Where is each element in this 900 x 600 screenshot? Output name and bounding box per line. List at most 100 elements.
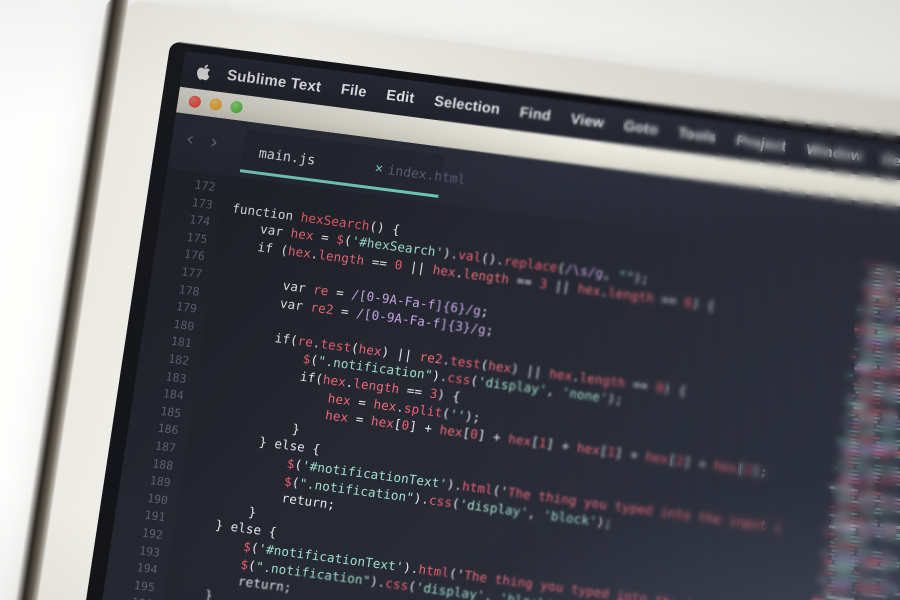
minimap-line xyxy=(892,592,900,598)
minimap-line xyxy=(872,279,883,283)
minimap-line xyxy=(888,473,900,478)
line-number: 191 xyxy=(143,508,167,525)
minimap-line xyxy=(867,298,876,302)
menu-item-view[interactable]: View xyxy=(570,111,606,131)
menu-item-project[interactable]: Project xyxy=(735,133,788,155)
menu-item-window[interactable]: Window xyxy=(805,142,864,165)
minimap-line xyxy=(875,267,888,272)
menu-item-find[interactable]: Find xyxy=(519,105,553,125)
minimap-line xyxy=(820,571,834,576)
minimap-line xyxy=(845,464,854,468)
minimap-line xyxy=(885,552,892,556)
menu-item-file[interactable]: File xyxy=(340,82,368,101)
minimap-line xyxy=(889,289,900,294)
minimap-line xyxy=(867,502,876,506)
photo-scene: Sublime Text File Edit Selection Find Vi… xyxy=(0,0,900,600)
minimap-line xyxy=(895,482,900,487)
line-number: 172 xyxy=(193,177,217,195)
line-number: 189 xyxy=(148,473,172,490)
code-line: } xyxy=(203,586,214,600)
minimap-line xyxy=(886,587,898,592)
minimap-line xyxy=(853,571,862,575)
laptop-screen: Sublime Text File Edit Selection Find Vi… xyxy=(78,51,900,600)
minimap-line xyxy=(823,559,833,564)
line-number: 178 xyxy=(177,281,201,299)
minimap-line xyxy=(867,482,874,487)
minimap-line xyxy=(876,385,887,390)
minimap-line xyxy=(850,590,858,594)
menu-item-selection[interactable]: Selection xyxy=(433,94,501,118)
laptop-device: Sublime Text File Edit Selection Find Vi… xyxy=(0,0,900,600)
minimap-line xyxy=(865,463,872,467)
minimap-line xyxy=(893,356,900,361)
line-number: 192 xyxy=(141,525,164,543)
minimap-line xyxy=(854,367,872,372)
menu-item-sublime-text[interactable]: Sublime Text xyxy=(226,66,322,95)
line-number: 182 xyxy=(167,351,191,369)
tab-label: main.js xyxy=(257,145,317,169)
menu-item-help[interactable]: Help xyxy=(881,152,900,172)
minimap-line xyxy=(820,551,836,556)
minimap-line xyxy=(846,374,854,378)
minimap-line xyxy=(862,317,870,321)
minimap-line xyxy=(896,337,900,341)
minimap-line xyxy=(833,521,840,525)
nav-back-icon[interactable]: ‹ xyxy=(185,126,197,151)
line-number: 188 xyxy=(151,455,175,473)
minimap-line xyxy=(846,393,856,398)
line-number: 193 xyxy=(138,542,162,560)
line-number: 190 xyxy=(146,490,169,508)
line-number: 181 xyxy=(169,334,193,351)
minimap-line xyxy=(817,578,829,583)
minimap-line xyxy=(838,502,844,506)
minimap-line xyxy=(892,344,900,350)
line-number: 183 xyxy=(164,368,188,386)
line-number: 179 xyxy=(175,299,198,316)
minimap-line xyxy=(893,454,900,460)
zoom-button[interactable] xyxy=(229,100,244,114)
minimap-line xyxy=(856,308,879,314)
minimap-line xyxy=(828,540,837,545)
minimap-line xyxy=(850,354,857,358)
tab-index-html[interactable]: index.html xyxy=(384,148,468,202)
menu-item-goto[interactable]: Goto xyxy=(623,118,660,138)
close-button[interactable] xyxy=(187,95,202,109)
line-number: 176 xyxy=(183,247,206,264)
minimize-button[interactable] xyxy=(208,97,223,112)
minimap-line xyxy=(883,398,900,405)
line-number: 195 xyxy=(133,577,156,595)
tab-nav-arrows: ‹ › xyxy=(185,126,220,154)
line-number: 185 xyxy=(159,403,183,421)
minimap-line xyxy=(884,591,891,595)
minimap-line xyxy=(854,347,873,353)
minimap-line xyxy=(845,432,858,437)
minimap-line xyxy=(856,336,862,339)
minimap-line xyxy=(859,592,887,598)
minimap-line xyxy=(866,423,874,428)
line-number: 184 xyxy=(162,386,185,403)
minimap-line xyxy=(845,413,856,417)
minimap-line xyxy=(829,513,848,519)
minimap-line xyxy=(842,483,849,487)
line-number: 194 xyxy=(135,560,159,577)
line-number: 173 xyxy=(191,194,214,212)
line-number: 187 xyxy=(154,438,177,456)
tab-label: index.html xyxy=(386,162,467,188)
minimap-line xyxy=(864,443,870,447)
apple-icon[interactable] xyxy=(195,62,212,81)
nav-forward-icon[interactable]: › xyxy=(208,129,220,154)
line-number: 177 xyxy=(180,264,204,282)
minimap-line xyxy=(820,590,832,595)
line-number: 196 xyxy=(130,595,153,600)
line-number: 186 xyxy=(156,421,180,438)
line-number: 175 xyxy=(185,229,209,247)
menu-item-edit[interactable]: Edit xyxy=(385,87,415,106)
minimap-line xyxy=(885,532,894,536)
minimap-line xyxy=(867,522,878,526)
line-number: 174 xyxy=(188,212,212,229)
menu-item-tools[interactable]: Tools xyxy=(677,125,718,146)
minimap-line xyxy=(851,425,863,430)
minimap-line xyxy=(856,552,867,556)
minimap-line xyxy=(823,532,840,537)
line-number: 180 xyxy=(172,316,196,334)
